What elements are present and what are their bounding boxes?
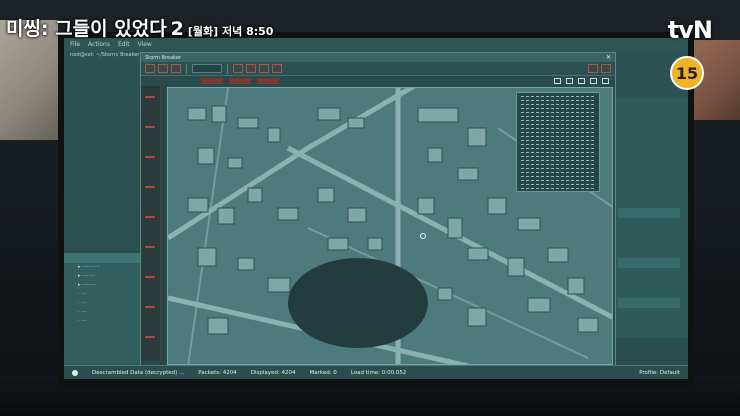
readout-line (521, 100, 595, 101)
ruler-mark (145, 216, 155, 218)
ruler-mark (145, 306, 155, 308)
toolbar-separator (227, 63, 228, 74)
readout-line (521, 136, 595, 137)
close-icon[interactable]: ✕ (606, 54, 611, 61)
readout-line (521, 144, 595, 145)
status-packets: Packets: 4204 (198, 369, 237, 376)
os-statusbar: Descrambled Data (decrypted) ... Packets… (64, 365, 688, 379)
status-marked: Marked: 0 (309, 369, 337, 376)
app-toolbar (141, 62, 615, 76)
readout-line (521, 108, 595, 109)
tree-row[interactable]: · ··· (64, 290, 144, 299)
readout-line (521, 168, 595, 169)
packet-detail-panel: ▸ ··········· ▸ ········ ▸ ········· · ·… (64, 253, 144, 365)
status-profile[interactable]: Profile: Default (639, 370, 680, 376)
readout-line (521, 180, 595, 181)
target-crosshair-icon (420, 233, 426, 239)
readout-line (521, 124, 595, 125)
readout-line (521, 128, 595, 129)
info-field (618, 208, 680, 218)
readout-line (521, 160, 595, 161)
filter-field[interactable] (192, 64, 222, 73)
show-title-overlay: 미씽: 그들이 있었다 2 [월화] 저녁 8:50 (6, 14, 273, 41)
readout-line (521, 96, 595, 97)
toolbar-button[interactable] (246, 64, 256, 73)
info-field (618, 258, 680, 268)
subbar-button[interactable] (257, 78, 279, 84)
data-readout-panel (516, 92, 600, 192)
view-toggle[interactable] (590, 78, 597, 84)
terminal-path: root@sat: ~/Storm/ Breaker (70, 52, 140, 58)
tree-row[interactable]: ▸ ········· (64, 281, 144, 290)
subbar-button[interactable] (229, 78, 251, 84)
monitor: File Actions Edit View root@sat: ~/Storm… (58, 32, 694, 387)
tree-row[interactable]: ▸ ··········· (64, 263, 144, 272)
view-toggle[interactable] (578, 78, 585, 84)
storm-breaker-window: Storm Breaker ✕ (140, 52, 616, 368)
readout-line (521, 132, 595, 133)
app-titlebar: Storm Breaker ✕ (141, 53, 615, 62)
side-ruler (141, 86, 161, 361)
view-toggle[interactable] (602, 78, 609, 84)
network-logo: tvN (667, 16, 713, 44)
readout-line (521, 140, 595, 141)
info-field (618, 298, 680, 308)
readout-line (521, 176, 595, 177)
tree-row[interactable]: · ··· (64, 317, 144, 326)
menu-actions[interactable]: Actions (88, 41, 110, 48)
menu-edit[interactable]: Edit (118, 41, 130, 48)
readout-line (521, 152, 595, 153)
readout-line (521, 164, 595, 165)
app-title: Storm Breaker (145, 54, 181, 61)
status-message: Descrambled Data (decrypted) ... (92, 369, 185, 376)
monitor-screen: File Actions Edit View root@sat: ~/Storm… (64, 38, 688, 379)
right-info-panel (608, 98, 688, 338)
toolbar-button[interactable] (259, 64, 269, 73)
toolbar-button[interactable] (588, 64, 598, 73)
view-toggle[interactable] (566, 78, 573, 84)
view-toggle[interactable] (554, 78, 561, 84)
tree-row[interactable]: · ··· (64, 308, 144, 317)
ruler-mark (145, 156, 155, 158)
toolbar-button[interactable] (601, 64, 611, 73)
menu-view[interactable]: View (138, 41, 152, 48)
readout-line (521, 104, 595, 105)
menu-file[interactable]: File (70, 41, 80, 48)
readout-line (521, 172, 595, 173)
toolbar-button[interactable] (272, 64, 282, 73)
show-title: 미씽: 그들이 있었다 (6, 18, 167, 40)
status-load-time: Load time: 0:00.052 (350, 369, 407, 376)
readout-line (521, 156, 595, 157)
ruler-mark (145, 186, 155, 188)
status-displayed: Displayed: 4204 (250, 369, 296, 376)
toolbar-separator (186, 63, 187, 74)
readout-line (521, 184, 595, 185)
tree-row[interactable]: ▸ ········ (64, 272, 144, 281)
show-season: 2 (170, 18, 184, 40)
ruler-mark (145, 276, 155, 278)
broadcast-schedule: [월화] 저녁 8:50 (187, 25, 274, 38)
satellite-map-view[interactable] (167, 87, 613, 365)
ruler-mark (145, 336, 155, 338)
status-led-icon (72, 369, 78, 376)
app-subbar (141, 76, 615, 86)
toolbar-button[interactable] (233, 64, 243, 73)
readout-line (521, 188, 595, 189)
toolbar-button[interactable] (145, 64, 155, 73)
ruler-mark (145, 126, 155, 128)
readout-line (521, 112, 595, 113)
readout-line (521, 120, 595, 121)
tree-row[interactable]: · ··· (64, 299, 144, 308)
panel-header (64, 253, 144, 263)
toolbar-button[interactable] (171, 64, 181, 73)
ruler-mark (145, 96, 155, 98)
readout-line (521, 148, 595, 149)
subbar-button[interactable] (201, 78, 223, 84)
readout-line (521, 116, 595, 117)
toolbar-button[interactable] (158, 64, 168, 73)
age-rating-badge: 15 (670, 56, 704, 90)
ruler-mark (145, 246, 155, 248)
